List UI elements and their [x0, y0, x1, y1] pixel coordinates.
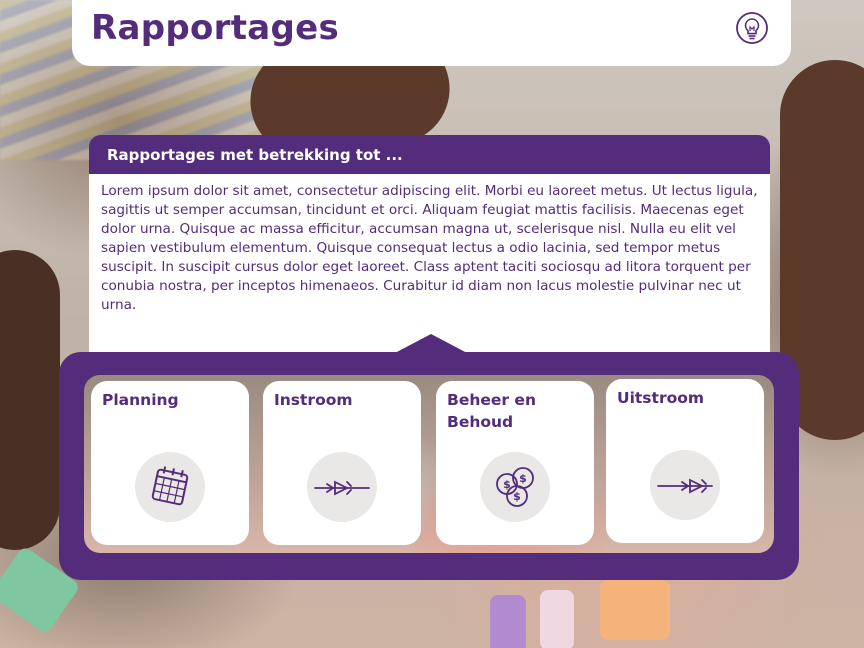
- tile-label: Uitstroom: [617, 389, 705, 407]
- tile-label: Beheer en Behoud: [447, 391, 536, 431]
- tile-beheer-en-behoud[interactable]: Beheer en Behoud $ $ $: [436, 381, 594, 545]
- svg-text:$: $: [513, 490, 521, 503]
- calendar-icon: [135, 452, 205, 522]
- outflow-arrow-icon: [650, 450, 720, 520]
- panel-body-text: Lorem ipsum dolor sit amet, consectetur …: [89, 174, 770, 355]
- info-panel: Rapportages met betrekking tot ... Lorem…: [89, 135, 770, 355]
- tile-instroom[interactable]: Instroom: [263, 381, 421, 545]
- svg-text:$: $: [519, 472, 527, 485]
- coins-icon: $ $ $: [480, 452, 550, 522]
- tile-label: Planning: [102, 391, 179, 409]
- panel-pointer: [393, 334, 469, 354]
- tile-label: Instroom: [274, 391, 353, 409]
- tile-planning[interactable]: Planning: [91, 381, 249, 545]
- tile-uitstroom[interactable]: Uitstroom: [606, 379, 764, 543]
- report-tiles-frame: Planning Instroom Beheer en Behoud $ $ $…: [59, 352, 799, 580]
- panel-heading: Rapportages met betrekking tot ...: [89, 135, 770, 174]
- lightbulb-icon[interactable]: [735, 11, 769, 45]
- svg-text:$: $: [503, 478, 511, 491]
- page-title: Rapportages: [91, 8, 340, 48]
- header-card: Rapportages: [72, 0, 791, 66]
- inflow-arrow-icon: [307, 452, 377, 522]
